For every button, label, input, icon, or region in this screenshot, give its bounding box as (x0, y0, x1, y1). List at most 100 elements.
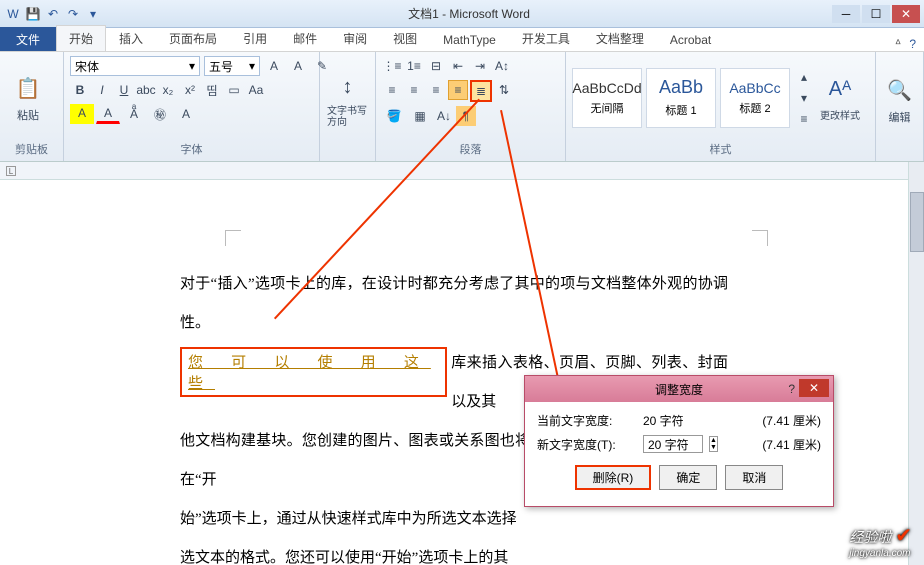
editing-button[interactable]: 🔍 编辑 (882, 66, 917, 134)
font-color-button[interactable]: A (96, 104, 120, 124)
phonetic-button[interactable]: 띰 (202, 80, 222, 100)
tab-home[interactable]: 开始 (56, 25, 106, 51)
cancel-button[interactable]: 取消 (725, 465, 783, 490)
distribute-button[interactable]: ≣ (470, 80, 492, 102)
tab-review[interactable]: 审阅 (330, 25, 380, 51)
minimize-button[interactable]: ─ (832, 5, 860, 23)
char-scale-button[interactable]: A (174, 104, 198, 124)
font-group-label: 字体 (70, 139, 313, 157)
clipboard-group-label: 剪贴板 (6, 139, 57, 157)
style-no-spacing[interactable]: AaBbCcDd 无间隔 (572, 68, 642, 128)
horizontal-ruler[interactable]: L (0, 162, 924, 180)
dialog-close-button[interactable]: ✕ (799, 379, 829, 397)
multilevel-button[interactable]: ⊟ (426, 56, 446, 76)
change-case-button[interactable]: Aa (246, 80, 266, 100)
grow-font-icon[interactable]: A (264, 56, 284, 76)
sort-button[interactable]: A↓ (434, 106, 454, 126)
tab-file[interactable]: 文件 (0, 27, 56, 51)
style-heading2[interactable]: AaBbCc 标题 2 (720, 68, 790, 128)
justify-button[interactable]: ≡ (448, 80, 468, 100)
tab-docorg[interactable]: 文档整理 (583, 25, 657, 51)
adjust-width-dialog: 调整宽度 ? ✕ 当前文字宽度: 20 字符 (7.41 厘米) 新文字宽度(T… (524, 375, 834, 507)
close-button[interactable]: ✕ (892, 5, 920, 23)
font-name-combo[interactable]: 宋体▾ (70, 56, 200, 76)
redo-icon[interactable]: ↷ (64, 5, 82, 23)
font-size-combo[interactable]: 五号▾ (204, 56, 260, 76)
strike-button[interactable]: abc (136, 80, 156, 100)
window-title: 文档1 - Microsoft Word (106, 5, 832, 22)
spinner-up[interactable]: ▲ (710, 437, 717, 444)
ribbon-min-icon[interactable]: ᐞ (895, 37, 902, 51)
dialog-help-icon[interactable]: ? (788, 382, 795, 396)
text-direction-icon: ↕ (332, 72, 364, 104)
tab-developer[interactable]: 开发工具 (509, 25, 583, 51)
tab-mailings[interactable]: 邮件 (280, 25, 330, 51)
margin-corner-tl (225, 230, 241, 246)
styles-group-label: 样式 (572, 139, 869, 157)
help-icon[interactable]: ? (909, 37, 916, 51)
new-width-cm: (7.41 厘米) (762, 436, 821, 453)
tab-mathtype[interactable]: MathType (430, 28, 509, 51)
paragraph-5: 选文本的格式。您还可以使用“开始”选项卡上的其 (180, 539, 728, 565)
text-direction-label: 文字书写方向 (327, 106, 368, 128)
tab-layout[interactable]: 页面布局 (156, 25, 230, 51)
shading-button[interactable]: 🪣 (382, 106, 406, 126)
ok-button[interactable]: 确定 (659, 465, 717, 490)
find-icon: 🔍 (884, 75, 916, 107)
undo-icon[interactable]: ↶ (44, 5, 62, 23)
vertical-scrollbar[interactable] (908, 162, 924, 565)
tab-references[interactable]: 引用 (230, 25, 280, 51)
superscript-button[interactable]: x² (180, 80, 200, 100)
tab-view[interactable]: 视图 (380, 25, 430, 51)
bullets-button[interactable]: ⋮≡ (382, 56, 402, 76)
border-button[interactable]: ▭ (224, 80, 244, 100)
paste-button[interactable]: 📋 粘贴 (6, 64, 50, 132)
numbering-button[interactable]: 1≡ (404, 56, 424, 76)
char-shading-button[interactable]: Aͣ (122, 104, 146, 124)
selected-text-highlight: 您 可 以 使 用 这 些 (180, 347, 447, 397)
current-width-cm: (7.41 厘米) (762, 412, 821, 429)
delete-button[interactable]: 删除(R) (575, 465, 652, 490)
enclose-char-button[interactable]: ㊙ (148, 104, 172, 124)
decrease-indent-button[interactable]: ⇤ (448, 56, 468, 76)
qat-more-icon[interactable]: ▾ (84, 5, 102, 23)
text-direction-button[interactable]: ↕ 文字书写方向 (326, 66, 369, 134)
save-icon[interactable]: 💾 (24, 5, 42, 23)
borders-button[interactable]: ▦ (408, 106, 432, 126)
italic-button[interactable]: I (92, 80, 112, 100)
line-spacing-button[interactable]: ⇅ (494, 80, 514, 100)
bold-button[interactable]: B (70, 80, 90, 100)
subscript-button[interactable]: x₂ (158, 80, 178, 100)
selected-text[interactable]: 您 可 以 使 用 这 些 (188, 354, 431, 392)
tab-insert[interactable]: 插入 (106, 25, 156, 51)
styles-scroll-up[interactable]: ▴ (794, 67, 814, 87)
new-width-label: 新文字宽度(T): (537, 436, 637, 453)
paste-icon: 📋 (12, 73, 44, 105)
change-styles-icon: Aᴬ (824, 73, 856, 105)
document-area[interactable]: 对于“插入”选项卡上的库，在设计时都充分考虑了其中的项与文档整体外观的协调性。 … (0, 180, 908, 565)
style-heading1[interactable]: AaBb 标题 1 (646, 68, 716, 128)
align-right-button[interactable]: ≡ (426, 80, 446, 100)
new-width-input[interactable] (643, 435, 703, 453)
styles-more[interactable]: ≡ (794, 109, 814, 129)
watermark: 经验啦 ✔ jingyanla.com (849, 523, 912, 559)
maximize-button[interactable]: ☐ (862, 5, 890, 23)
align-left-button[interactable]: ≡ (382, 80, 402, 100)
show-marks-button[interactable]: ¶ (456, 106, 476, 126)
styles-scroll-down[interactable]: ▾ (794, 88, 814, 108)
tab-acrobat[interactable]: Acrobat (657, 28, 724, 51)
current-width-label: 当前文字宽度: (537, 412, 637, 429)
scrollbar-thumb[interactable] (910, 192, 924, 252)
align-center-button[interactable]: ≡ (404, 80, 424, 100)
word-icon: W (4, 5, 22, 23)
spinner-down[interactable]: ▼ (710, 444, 717, 451)
underline-button[interactable]: U (114, 80, 134, 100)
margin-corner-tr (752, 230, 768, 246)
paragraph-group-label: 段落 (382, 139, 559, 157)
shrink-font-icon[interactable]: A (288, 56, 308, 76)
paste-label: 粘贴 (17, 107, 39, 123)
asian-layout-button[interactable]: A↕ (492, 56, 512, 76)
highlight-button[interactable]: A (70, 104, 94, 124)
increase-indent-button[interactable]: ⇥ (470, 56, 490, 76)
change-styles-button[interactable]: Aᴬ 更改样式 (818, 64, 862, 132)
